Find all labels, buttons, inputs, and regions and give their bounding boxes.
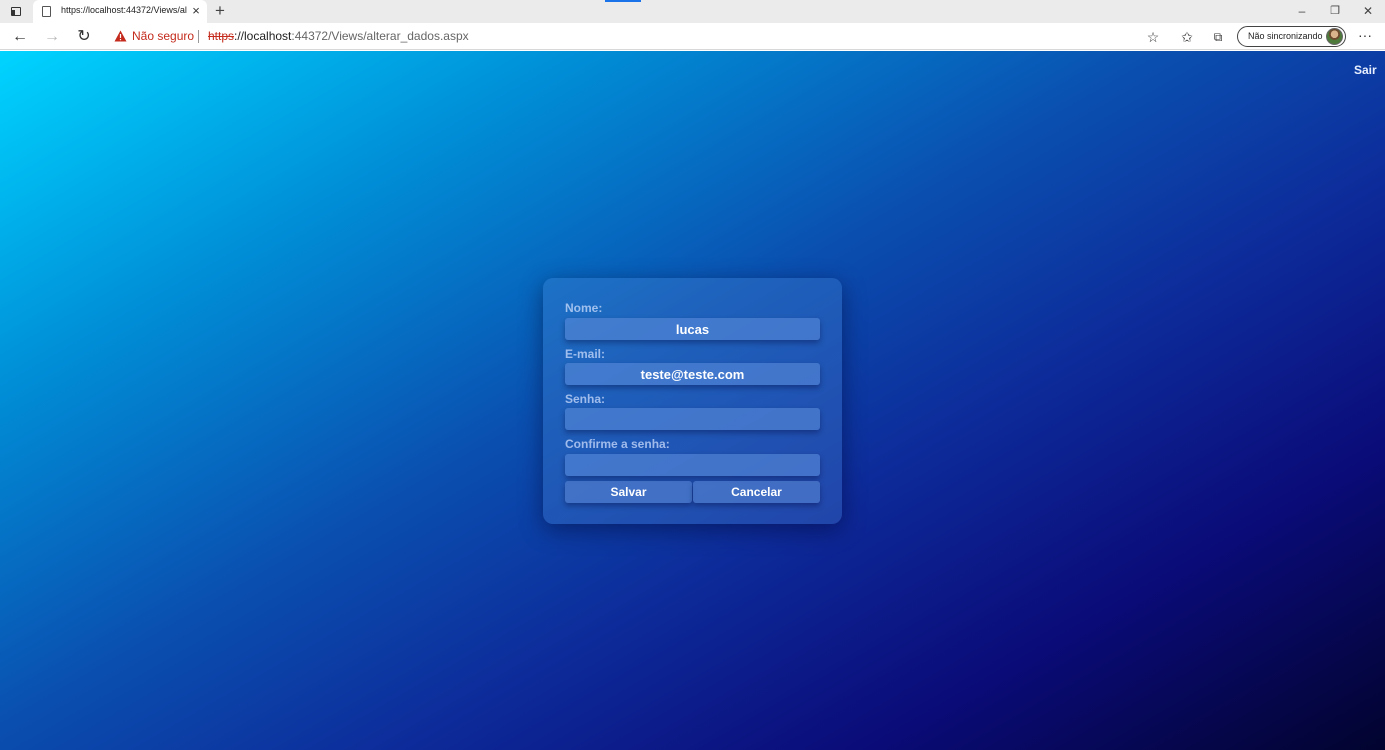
password-label: Senha: <box>565 392 606 406</box>
back-icon[interactable]: ← <box>10 27 30 47</box>
favorites-icon[interactable]: ✩ <box>1177 27 1197 47</box>
security-status[interactable]: Não seguro <box>132 29 194 43</box>
confirm-password-label: Confirme a senha: <box>565 437 670 451</box>
url-path: :44372/Views/alterar_dados.aspx <box>291 29 469 43</box>
address-bar[interactable]: Não seguro https://localhost:44372/Views… <box>104 25 1167 48</box>
browser-tab[interactable]: https://localhost:44372/Views/alterar_da… <box>33 0 207 23</box>
collections-icon[interactable]: ⧉ <box>1208 27 1228 47</box>
cancel-button[interactable]: Cancelar <box>693 481 820 503</box>
browser-toolbar: ← → ↻ Não seguro https://localhost:44372… <box>0 23 1385 50</box>
forward-icon[interactable]: → <box>42 27 62 47</box>
browser-tab-bar: https://localhost:44372/Views/alterar_da… <box>0 0 1385 23</box>
window-close-icon[interactable]: ✕ <box>1359 2 1377 20</box>
save-button[interactable]: Salvar <box>565 481 692 503</box>
tab-actions-icon[interactable] <box>8 4 24 19</box>
minimize-icon[interactable]: – <box>1293 2 1311 20</box>
address-divider <box>198 30 199 43</box>
email-label: E-mail: <box>565 347 606 361</box>
profile-button[interactable]: Não sincronizando <box>1237 26 1346 47</box>
url-scheme: https <box>208 29 235 43</box>
url-text[interactable]: https://localhost:44372/Views/alterar_da… <box>208 29 469 43</box>
name-input[interactable] <box>565 318 820 340</box>
more-icon[interactable]: ··· <box>1355 26 1375 46</box>
warning-icon[interactable] <box>114 30 127 42</box>
confirm-password-input[interactable] <box>565 454 820 476</box>
page-icon <box>42 6 51 17</box>
drag-region-marker <box>605 0 641 2</box>
refresh-icon[interactable]: ↻ <box>74 27 94 47</box>
new-tab-icon[interactable]: + <box>212 2 228 20</box>
close-tab-icon[interactable]: × <box>189 4 203 18</box>
edit-profile-form: Nome: E-mail: Senha: Confirme a senha: S… <box>543 278 842 524</box>
profile-label: Não sincronizando <box>1248 31 1323 41</box>
password-input[interactable] <box>565 408 820 430</box>
add-favorite-icon[interactable]: ☆ <box>1143 27 1163 47</box>
logout-link[interactable]: Sair <box>1354 63 1377 77</box>
restore-icon[interactable]: ❐ <box>1326 2 1344 20</box>
avatar <box>1326 28 1343 45</box>
email-input[interactable] <box>565 363 820 385</box>
page-content: Sair Nome: E-mail: Senha: Confirme a sen… <box>0 51 1385 750</box>
tab-title: https://localhost:44372/Views/alterar_da… <box>61 5 187 15</box>
name-label: Nome: <box>565 301 603 315</box>
url-host: ://localhost <box>234 29 292 43</box>
